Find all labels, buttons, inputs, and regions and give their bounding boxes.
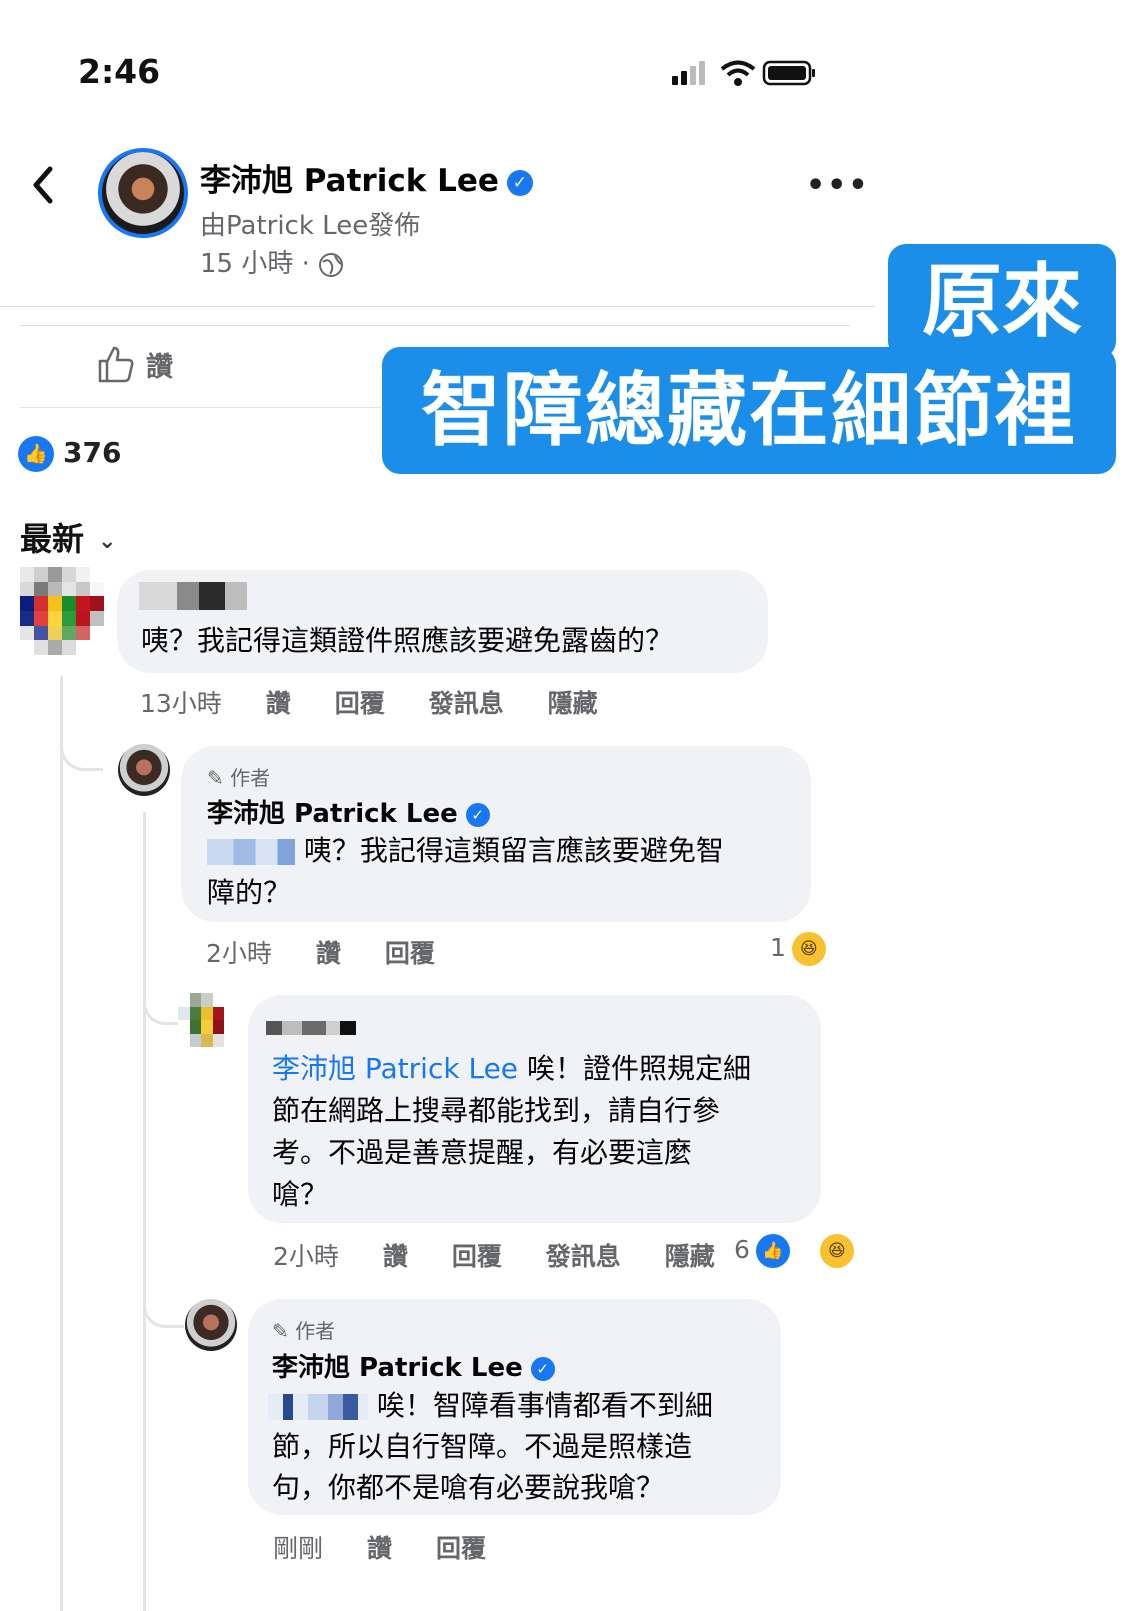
pencil-icon: ✎ [272,1319,289,1343]
comment-like-button[interactable]: 讚 [266,689,291,718]
comment-reply-button[interactable]: 回覆 [385,939,435,968]
author-tag: ✎ 作者 [207,762,270,791]
author-tag: ✎ 作者 [272,1315,335,1344]
comment-bubble[interactable]: 咦？我記得這類證件照應該要避免露齒的？ [117,570,768,673]
redacted-name [266,1017,356,1036]
like-label: 讚 [146,351,173,383]
like-button[interactable]: 讚 [96,344,173,384]
post-time: 15 小時 · [200,243,344,280]
mention-link[interactable]: 李沛旭 Patrick Lee [272,1052,518,1085]
comment-meta: 2小時 讚 回覆 [206,934,471,970]
comment-reply-button[interactable]: 回覆 [452,1242,502,1271]
commenter-avatar-pixelated[interactable] [178,993,236,1047]
comment-time: 13小時 [140,689,222,718]
thread-line [143,812,146,1611]
redacted-mention [268,1394,368,1420]
comment-time: 2小時 [206,939,272,968]
author-avatar[interactable] [118,744,170,796]
redacted-name [139,582,247,610]
comment-reply-button[interactable]: 回覆 [436,1534,486,1563]
back-button[interactable] [30,165,56,209]
comment-author-name-text: 李沛旭 Patrick Lee [272,1353,523,1383]
commenter-avatar-pixelated[interactable] [20,567,104,655]
comment-time: 2小時 [273,1242,339,1271]
comment-author-name[interactable]: 李沛旭 Patrick Lee ✓ [207,793,490,830]
status-icons [672,58,817,92]
reaction-count: 1 [770,933,786,962]
comment-author-name[interactable]: 李沛旭 Patrick Lee ✓ [272,1347,555,1384]
comment-bubble[interactable]: ✎ 作者 李沛旭 Patrick Lee ✓ 唉！智障看事情都看不到細 節，所以自… [248,1299,781,1515]
comment-author-name-text: 李沛旭 Patrick Lee [207,799,458,829]
comment-text-line1: 咦？我記得這類留言應該要避免智 [303,834,724,867]
globe-icon [319,252,344,277]
comment-text: 李沛旭 Patrick Lee 唉！證件照規定細 [272,1048,751,1090]
comment-text: 唉！智障看事情都看不到細 [268,1385,713,1427]
divider [0,306,875,307]
haha-reaction-icon: 😆 [791,932,826,966]
comment-reply-button[interactable]: 回覆 [335,689,385,718]
wifi-icon [720,60,756,86]
comment-reactions[interactable]: 1 😆 [770,932,862,966]
thread-line [60,676,63,1611]
reaction-count: 6 [734,1235,750,1264]
verified-badge-icon: ✓ [506,169,533,196]
thread-connector [60,720,103,771]
comment-bubble[interactable]: ✎ 作者 李沛旭 Patrick Lee ✓ 咦？我記得這類留言應該要避免智 障的… [181,746,811,922]
posted-by: 由Patrick Lee發佈 [200,211,421,241]
redacted-mention [207,839,295,865]
chevron-down-icon: ⌄ [98,528,117,554]
comment-text-line4: 嗆？ [272,1178,329,1211]
author-avatar[interactable] [185,1299,237,1351]
comment-bubble[interactable]: 李沛旭 Patrick Lee 唉！證件照規定細 節在網路上搜尋都能找到，請自行… [248,995,821,1223]
comment-text-line1: 唉！證件照規定細 [526,1052,751,1085]
comment-hide-button[interactable]: 隱藏 [548,689,598,718]
comment-meta: 剛剛 讚 回覆 [273,1529,522,1565]
comment-like-button[interactable]: 讚 [383,1242,408,1271]
thread-connector [143,1285,184,1328]
post-time-text: 15 小時 · [200,249,310,279]
banner-caption-line2: 智障總藏在細節裡 [382,347,1116,474]
comment-text-line2: 節在網路上搜尋都能找到，請自行參 [272,1094,721,1127]
sort-dropdown[interactable]: 最新 ⌄ [20,514,116,560]
status-time: 2:46 [78,52,161,91]
like-reaction-icon: 👍 [755,1234,790,1268]
divider [20,325,850,326]
haha-reaction-icon: 😆 [819,1234,854,1268]
battery-icon [762,60,815,86]
comment-message-button[interactable]: 發訊息 [546,1242,621,1271]
comment-meta: 13小時 讚 回覆 發訊息 隱藏 [140,684,634,720]
signal-icon [672,61,705,85]
banner-caption-line1: 原來 [888,244,1116,359]
sort-label: 最新 [20,520,85,558]
comment-time: 剛剛 [273,1534,324,1563]
comment-hide-button[interactable]: 隱藏 [665,1242,715,1271]
more-options-icon[interactable]: ••• [806,168,870,203]
comment-meta: 2小時 讚 回覆 發訊息 隱藏 [273,1237,751,1273]
page-name-text: 李沛旭 Patrick Lee [200,163,499,199]
verified-badge-icon: ✓ [465,802,490,827]
like-reaction-icon: 👍 [18,436,54,472]
comment-text-line3: 句，你都不是嗆有必要說我嗆？ [272,1471,665,1504]
thumbs-up-icon [98,346,134,383]
page-name[interactable]: 李沛旭 Patrick Lee ✓ [200,155,533,200]
chevron-left-icon [33,166,53,204]
author-tag-label: 作者 [230,766,271,790]
reaction-count[interactable]: 376 [63,436,121,469]
comment-message-button[interactable]: 發訊息 [429,689,504,718]
author-tag-label: 作者 [295,1319,336,1343]
comment-text: 咦？我記得這類留言應該要避免智 [207,830,724,872]
comment-text-line2: 障的？ [207,876,292,909]
comment-like-button[interactable]: 讚 [316,939,341,968]
verified-badge-icon: ✓ [530,1356,555,1381]
comment-text: 咦？我記得這類證件照應該要避免露齒的？ [141,624,674,657]
comment-reactions[interactable]: 6 👍 😆 [734,1234,890,1268]
comment-text-line1: 唉！智障看事情都看不到細 [376,1389,713,1422]
pencil-icon: ✎ [207,766,224,790]
comment-text-line3: 考。不過是善意提醒，有必要這麼 [272,1136,693,1169]
comment-like-button[interactable]: 讚 [367,1534,392,1563]
comment-text-line2: 節，所以自行智障。不過是照樣造 [272,1430,693,1463]
page-avatar[interactable] [98,148,188,238]
